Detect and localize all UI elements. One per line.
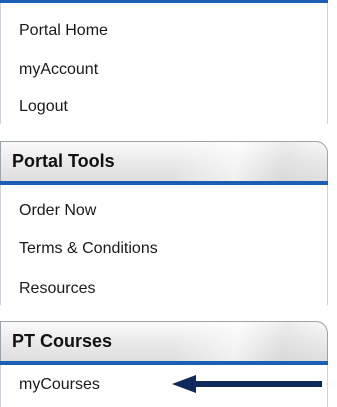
resources-link[interactable]: Resources <box>19 280 95 298</box>
pt-courses-title: PT Courses <box>12 331 113 351</box>
logout-link[interactable]: Logout <box>19 98 68 116</box>
portal-tools-title: Portal Tools <box>12 151 115 171</box>
portal-tools-header: Portal Tools <box>0 141 328 181</box>
pt-courses-header: PT Courses <box>0 321 328 361</box>
order-now-link[interactable]: Order Now <box>19 202 96 220</box>
portal-home-link[interactable]: Portal Home <box>19 22 108 40</box>
terms-conditions-link[interactable]: Terms & Conditions <box>19 240 158 258</box>
my-courses-link[interactable]: myCourses <box>19 376 100 394</box>
portal-nav: Portal Home myAccount Logout Portal Tool… <box>0 0 328 407</box>
arrow-left-icon <box>172 375 322 393</box>
my-account-link[interactable]: myAccount <box>19 61 98 79</box>
